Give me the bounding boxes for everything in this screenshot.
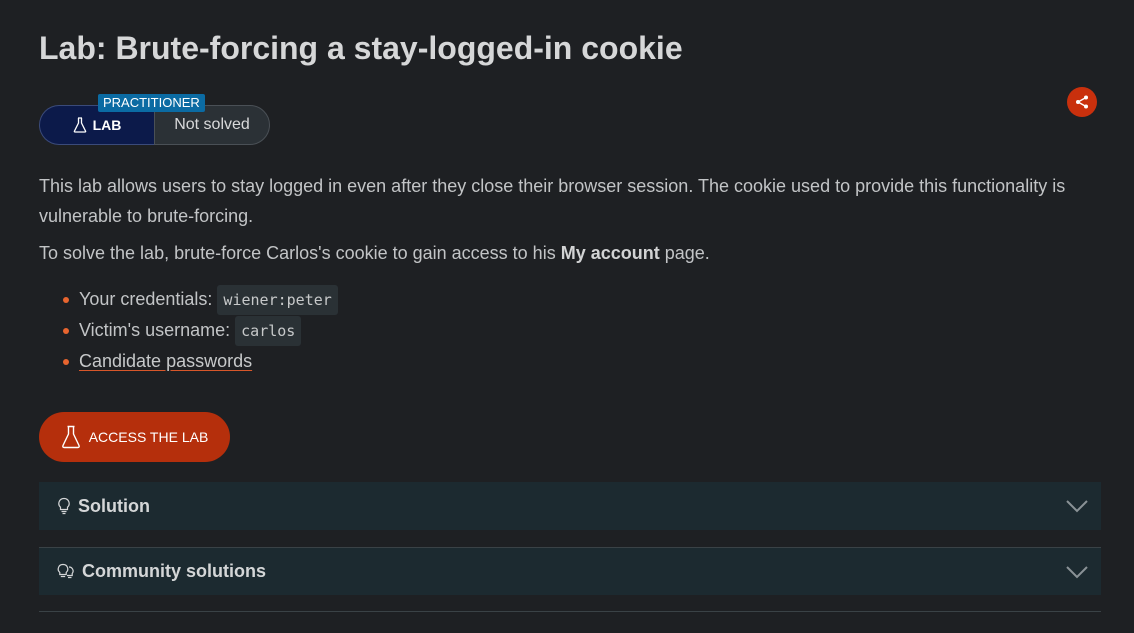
solution-label: Solution bbox=[78, 495, 150, 516]
victim-value: carlos bbox=[235, 315, 302, 346]
bullet-dot bbox=[63, 328, 69, 334]
credentials-label: Your credentials: bbox=[79, 289, 213, 309]
community-solutions-toggle[interactable]: Community solutions bbox=[39, 547, 1101, 595]
candidate-passwords-link[interactable]: Candidate passwords bbox=[79, 351, 252, 372]
chevron-down-icon bbox=[1066, 500, 1088, 513]
task-suffix: page. bbox=[659, 243, 710, 263]
bullet-dot bbox=[63, 297, 69, 303]
access-lab-button[interactable]: ACCESS THE LAB bbox=[39, 412, 230, 462]
lab-badge-label: LAB bbox=[92, 117, 122, 133]
divider bbox=[39, 611, 1101, 612]
lab-description: This lab allows users to stay logged in … bbox=[39, 176, 1066, 226]
flask-icon bbox=[61, 425, 80, 449]
double-lightbulb-icon bbox=[57, 563, 74, 578]
flask-icon bbox=[73, 117, 86, 133]
solution-toggle[interactable]: Solution bbox=[39, 482, 1101, 530]
bullet-dot bbox=[63, 359, 69, 365]
difficulty-level-badge: PRACTITIONER bbox=[98, 94, 205, 112]
credentials-value: wiener:peter bbox=[217, 284, 338, 315]
community-solutions-label: Community solutions bbox=[82, 561, 266, 581]
lightbulb-icon bbox=[58, 497, 70, 515]
lab-info-list: Your credentials: wiener:peter Victim's … bbox=[39, 284, 338, 377]
lab-task: To solve the lab, brute-force Carlos's c… bbox=[39, 239, 710, 267]
task-bold: My account bbox=[560, 243, 660, 263]
list-item: Victim's username: carlos bbox=[39, 315, 338, 346]
list-item: Candidate passwords bbox=[39, 346, 338, 377]
share-button[interactable] bbox=[1067, 87, 1097, 117]
list-item: Your credentials: wiener:peter bbox=[39, 284, 338, 315]
chevron-down-icon bbox=[1066, 565, 1088, 578]
lab-page: Lab: Brute-forcing a stay-logged-in cook… bbox=[0, 0, 1134, 633]
task-prefix: To solve the lab, brute-force Carlos's c… bbox=[39, 243, 561, 263]
page-title: Lab: Brute-forcing a stay-logged-in cook… bbox=[39, 30, 683, 66]
victim-label: Victim's username: bbox=[79, 320, 231, 340]
access-lab-label: ACCESS THE LAB bbox=[88, 429, 209, 445]
share-icon bbox=[1076, 95, 1088, 109]
